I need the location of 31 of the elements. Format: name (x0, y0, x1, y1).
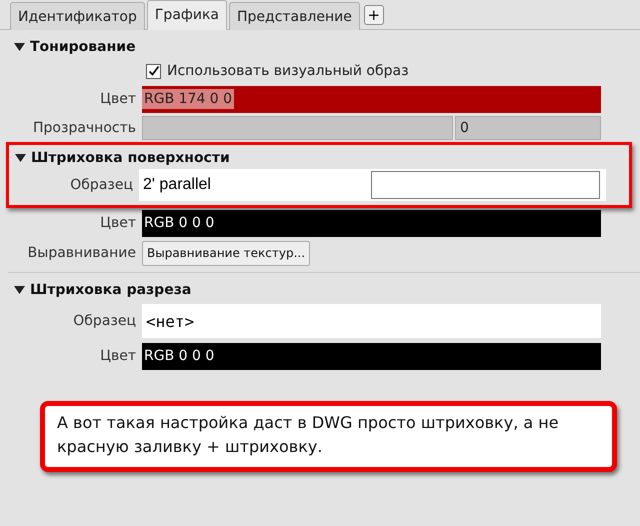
add-tab-button[interactable]: + (364, 5, 384, 25)
pattern-value: <нет> (146, 312, 194, 330)
tab[interactable]: Идентификатор (10, 2, 145, 30)
color-field[interactable]: RGB 174 0 0 (142, 86, 601, 112)
collapse-triangle-icon[interactable] (14, 42, 25, 52)
section-title: Штриховка поверхности (31, 150, 230, 166)
pattern-field[interactable]: <нет> (142, 304, 601, 338)
tab[interactable]: Графика (146, 0, 227, 30)
color-field[interactable]: RGB 0 0 0 (142, 342, 601, 370)
color-field[interactable]: RGB 0 0 0 (142, 210, 601, 236)
checkbox[interactable] (146, 64, 161, 78)
pattern-value: 2' parallel (143, 176, 211, 194)
section-title: Тонирование (30, 39, 136, 55)
field-label: Прозрачность (32, 120, 137, 136)
color-value: RGB 174 0 0 (142, 89, 234, 109)
field-label: Образец (72, 313, 137, 329)
field-label: Образец (69, 177, 134, 193)
field-label: Цвет (99, 91, 137, 107)
pattern-field[interactable]: 2' parallel (139, 169, 606, 201)
checkbox-label: Использовать визуальный образ (167, 63, 409, 79)
field-label: Цвет (99, 348, 137, 364)
alignment-button[interactable]: Выравнивание текстур... (142, 240, 310, 266)
callout-text: А вот такая настройка даст в DWG просто штриховку, а не красную заливку + штриховку. (57, 412, 560, 458)
section-title: Штриховка разреза (30, 282, 192, 298)
field-label: Выравнивание (26, 245, 137, 261)
collapse-triangle-icon[interactable] (14, 285, 25, 295)
collapse-triangle-icon[interactable] (15, 153, 26, 163)
field-label: Цвет (99, 215, 137, 231)
tab[interactable]: Представление (229, 2, 360, 30)
color-value: RGB 0 0 0 (143, 347, 216, 366)
color-value: RGB 0 0 0 (143, 214, 216, 233)
